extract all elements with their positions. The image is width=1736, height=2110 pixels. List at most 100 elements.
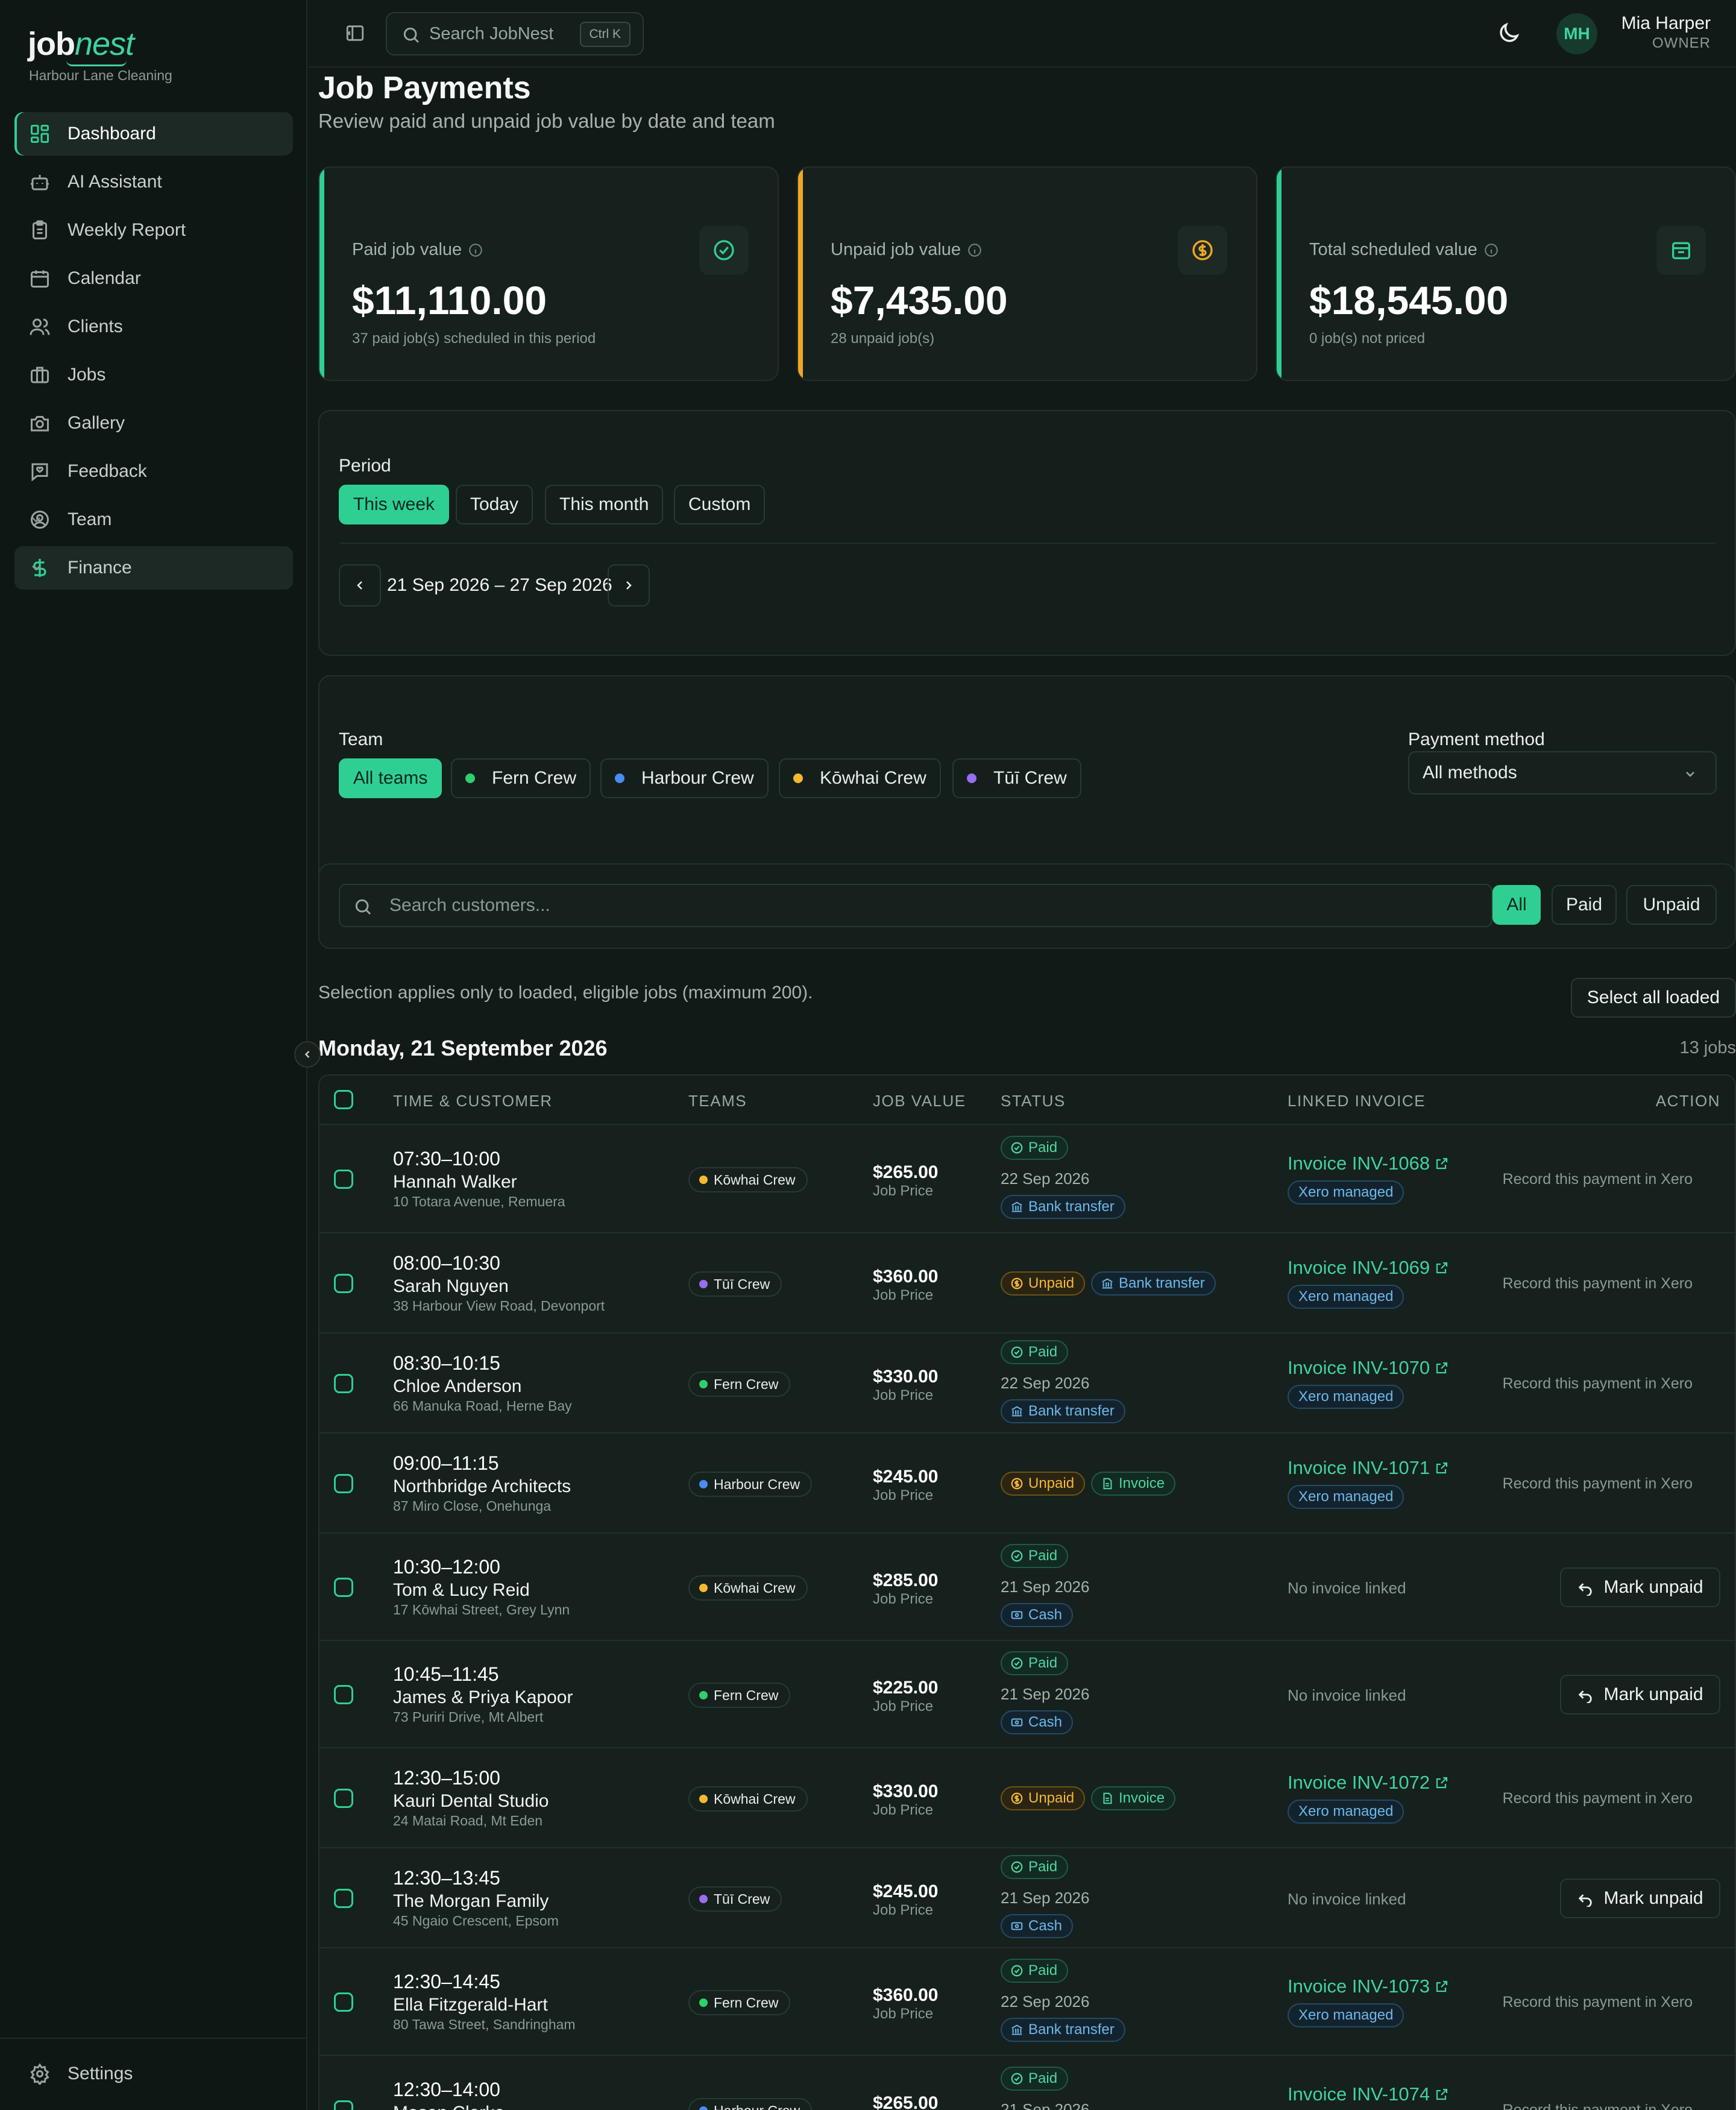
row-checkbox[interactable] (334, 1170, 353, 1189)
sidebar-item-clients[interactable]: Clients (14, 305, 293, 348)
customer-name[interactable]: Northbridge Architects (393, 1476, 571, 1497)
card-note: 28 unpaid job(s) (831, 330, 935, 347)
customer-address: 80 Tawa Street, Sandringham (393, 2017, 576, 2032)
select-all-checkbox[interactable] (334, 1090, 353, 1109)
payment-method-badge: Cash (1001, 1603, 1074, 1627)
period-custom[interactable]: Custom (674, 485, 766, 524)
mark-unpaid-button[interactable]: Mark unpaid (1560, 1675, 1720, 1715)
search-icon (403, 27, 420, 43)
customer-name[interactable]: Sarah Nguyen (393, 1276, 509, 1297)
invoice-link[interactable]: Invoice INV-1068 (1288, 1153, 1449, 1174)
invoice-link[interactable]: Invoice INV-1072 (1288, 1772, 1449, 1794)
row-checkbox[interactable] (334, 1789, 353, 1808)
status-badge: Unpaid (1001, 1786, 1086, 1810)
job-time: 12:30–15:00 (393, 1767, 500, 1789)
collapse-sidebar-button[interactable] (294, 1041, 321, 1068)
invoice-link[interactable]: Invoice INV-1069 (1288, 1257, 1449, 1279)
customer-name[interactable]: Ella Fitzgerald-Hart (393, 1995, 548, 2015)
page-title: Job Payments (318, 71, 531, 106)
row-checkbox[interactable] (334, 1578, 353, 1597)
sidebar-item-dashboard[interactable]: Dashboard (14, 112, 293, 156)
customer-name[interactable]: Chloe Anderson (393, 1376, 522, 1397)
day-job-count: 13 jobs (1679, 1038, 1736, 1057)
status-badge: Paid (1001, 1136, 1069, 1160)
prev-period-button[interactable] (339, 564, 381, 606)
table-row: 08:30–10:15 Chloe Anderson 66 Manuka Road,… (319, 1334, 1735, 1434)
customer-address: 87 Miro Close, Onehunga (393, 1498, 552, 1514)
invoice-link[interactable]: Invoice INV-1073 (1288, 1976, 1449, 1997)
paid-date: 22 Sep 2026 (1001, 1992, 1090, 2011)
row-checkbox[interactable] (334, 1474, 353, 1493)
row-checkbox[interactable] (334, 1274, 353, 1293)
row-checkbox[interactable] (334, 1889, 353, 1908)
card-note: 37 paid job(s) scheduled in this period (352, 330, 596, 347)
sidebar-item-ai-assistant[interactable]: AI Assistant (14, 160, 293, 204)
team-badge-label: Kōwhai Crew (714, 1790, 796, 1807)
bank-icon (1102, 1278, 1113, 1289)
info-icon[interactable] (967, 242, 983, 258)
sidebar-item-settings[interactable]: Settings (14, 2050, 293, 2098)
team-fern-crew[interactable]: Fern Crew (451, 758, 591, 798)
payment-method-text: Bank transfer (1119, 1275, 1205, 1291)
moon-icon[interactable] (1496, 20, 1521, 46)
sidebar-item-calendar[interactable]: Calendar (14, 257, 293, 300)
status-filter-all[interactable]: All (1492, 885, 1541, 925)
sidebar-item-feedback[interactable]: Feedback (14, 450, 293, 493)
mark-unpaid-button[interactable]: Mark unpaid (1560, 1567, 1720, 1607)
period-this-week[interactable]: This week (339, 485, 450, 524)
sidebar-item-finance[interactable]: Finance (14, 546, 293, 590)
payment-method-label: Payment method (1408, 729, 1545, 749)
invoice-link[interactable]: Invoice INV-1071 (1288, 1457, 1449, 1479)
customer-search-input[interactable]: Search customers... (339, 884, 1492, 927)
info-icon[interactable] (468, 242, 483, 258)
sidebar-item-gallery[interactable]: Gallery (14, 402, 293, 445)
customer-name[interactable]: The Morgan Family (393, 1891, 549, 1912)
team-badge: Harbour Crew (688, 1472, 813, 1497)
card-icon-box (1656, 225, 1706, 275)
status-filter-paid[interactable]: Paid (1552, 885, 1617, 925)
customer-name[interactable]: Mason Clarke (393, 2103, 505, 2110)
invoice-link[interactable]: Invoice INV-1070 (1288, 1357, 1449, 1379)
panel-toggle-icon[interactable] (345, 23, 365, 43)
row-checkbox[interactable] (334, 1374, 353, 1393)
team-badge-label: Fern Crew (714, 1687, 779, 1703)
period-today[interactable]: Today (456, 485, 533, 524)
period-this-month[interactable]: This month (545, 485, 664, 524)
sidebar-item-team[interactable]: Team (14, 498, 293, 541)
select-all-loaded-button[interactable]: Select all loaded (1571, 978, 1736, 1018)
row-checkbox[interactable] (334, 1685, 353, 1704)
row-checkbox[interactable] (334, 2100, 353, 2110)
team-all[interactable]: All teams (339, 758, 442, 798)
payment-method-text: Cash (1028, 1714, 1063, 1730)
invoice-link[interactable]: Invoice INV-1074 (1288, 2083, 1449, 2105)
team-badge: Harbour Crew (688, 2098, 813, 2110)
customer-name[interactable]: James & Priya Kapoor (393, 1687, 573, 1708)
invoice-number: Invoice INV-1071 (1288, 1457, 1430, 1478)
team-color-dot (699, 1691, 708, 1699)
team-tui-crew[interactable]: Tūī Crew (952, 758, 1081, 798)
team-harbour-crew[interactable]: Harbour Crew (600, 758, 769, 798)
team-kowhai-crew[interactable]: Kōwhai Crew (779, 758, 941, 798)
customer-name[interactable]: Tom & Lucy Reid (393, 1580, 530, 1601)
undo-icon (1579, 1690, 1593, 1703)
global-search-input[interactable]: Search JobNest Ctrl K (386, 12, 644, 55)
avatar[interactable]: MH (1556, 13, 1597, 54)
status-badge: Paid (1001, 2067, 1069, 2091)
sidebar-item-weekly-report[interactable]: Weekly Report (14, 209, 293, 252)
info-icon[interactable] (1483, 242, 1499, 258)
customer-name[interactable]: Kauri Dental Studio (393, 1791, 549, 1812)
table-row: 09:00–11:15 Northbridge Architects 87 Miro… (319, 1434, 1735, 1534)
row-checkbox[interactable] (334, 1992, 353, 2012)
mark-unpaid-button[interactable]: Mark unpaid (1560, 1879, 1720, 1918)
sidebar-item-label: Gallery (68, 413, 125, 433)
gear-icon (30, 2063, 49, 2085)
payment-method-select[interactable]: All methods (1408, 751, 1717, 795)
external-link-icon (1436, 1262, 1448, 1274)
status-filter-unpaid[interactable]: Unpaid (1626, 885, 1717, 925)
customer-name[interactable]: Hannah Walker (393, 1172, 517, 1192)
next-period-button[interactable] (608, 564, 650, 606)
logo[interactable]: jobnest (28, 25, 134, 63)
team-badge-label: Kōwhai Crew (714, 1579, 796, 1596)
sidebar-item-jobs[interactable]: Jobs (14, 353, 293, 397)
robot-icon (31, 175, 49, 191)
